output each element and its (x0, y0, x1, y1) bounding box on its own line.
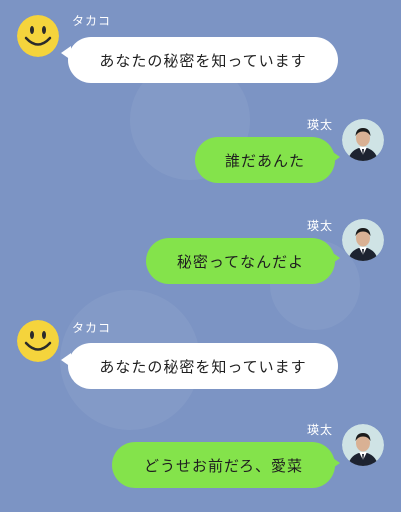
sender-name: 瑛太 (307, 423, 334, 437)
man-in-suit-avatar[interactable] (342, 424, 384, 466)
man-in-suit-avatar[interactable] (342, 119, 384, 161)
sender-name: タカコ (72, 14, 112, 28)
sender-name: 瑛太 (307, 219, 334, 233)
man-in-suit-avatar[interactable] (342, 219, 384, 261)
smiley-face-icon[interactable] (17, 15, 59, 57)
message-bubble[interactable]: 誰だあんた (195, 137, 335, 183)
smiley-face-icon[interactable] (17, 320, 59, 362)
message-bubble[interactable]: あなたの秘密を知っています (68, 37, 338, 83)
message-bubble[interactable]: あなたの秘密を知っています (68, 343, 338, 389)
sender-name: タカコ (72, 321, 112, 335)
sender-name: 瑛太 (307, 118, 334, 132)
message-bubble[interactable]: 秘密ってなんだよ (146, 238, 335, 284)
message-bubble[interactable]: どうせお前だろ、愛菜 (112, 442, 335, 488)
